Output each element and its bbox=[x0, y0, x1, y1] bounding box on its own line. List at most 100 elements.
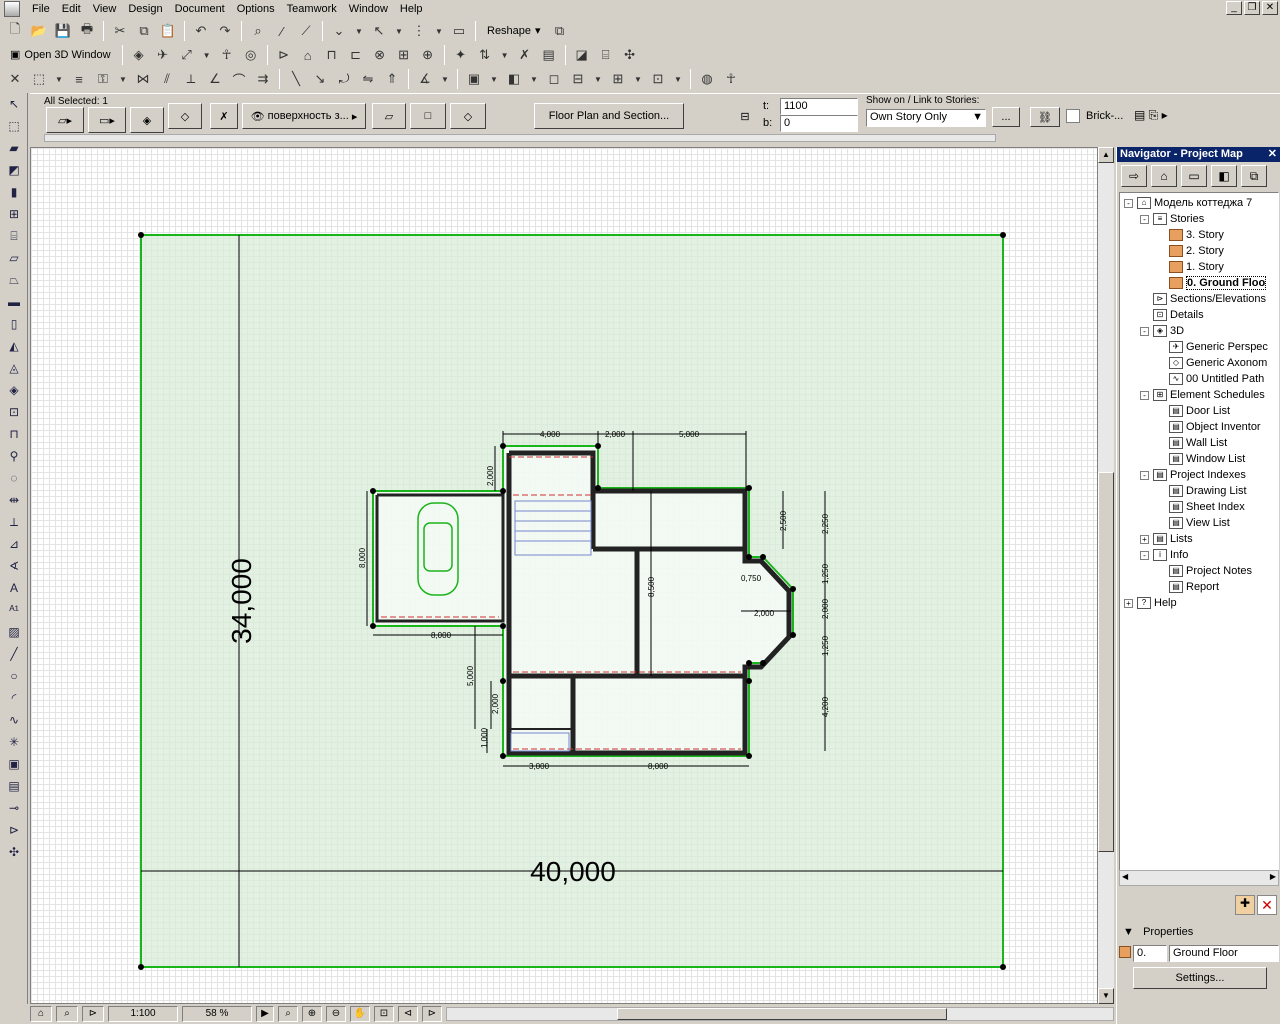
marquee-icon[interactable]: ⬚ bbox=[28, 68, 50, 90]
restore-icon[interactable]: ❐ bbox=[1244, 1, 1260, 15]
delete-item-icon[interactable]: ✕ bbox=[1257, 895, 1277, 915]
collapse-icon[interactable]: - bbox=[1140, 470, 1149, 480]
collapse-icon[interactable]: - bbox=[1124, 198, 1133, 208]
eyedropper-icon[interactable]: ⁄ bbox=[271, 20, 293, 42]
find-select-icon[interactable]: ⌕ bbox=[247, 20, 269, 42]
geometry-method-icon[interactable]: ▭▸ bbox=[88, 107, 126, 133]
hscroll-thumb[interactable] bbox=[617, 1008, 947, 1020]
close-icon[interactable]: ✕ bbox=[1262, 1, 1278, 15]
floor-plan-section-button[interactable]: Floor Plan and Section... bbox=[534, 103, 684, 129]
axis-icon[interactable]: ⤢ bbox=[176, 44, 198, 66]
paste-icon[interactable]: 📋 bbox=[157, 20, 179, 42]
dropdown-arrow-icon[interactable]: ▼ bbox=[631, 68, 645, 90]
curtain-wall-icon[interactable]: ⊡ bbox=[2, 401, 26, 423]
adjust-icon[interactable]: ⟂ bbox=[180, 68, 202, 90]
show-on-dropdown[interactable]: Own Story Only ▼ bbox=[866, 109, 986, 127]
mirror-icon[interactable]: ⇋ bbox=[357, 68, 379, 90]
window-icon[interactable]: ⊡ bbox=[647, 68, 669, 90]
redo-icon[interactable]: ↷ bbox=[214, 20, 236, 42]
ruler-icon[interactable]: ▭ bbox=[448, 20, 470, 42]
window-tool-icon[interactable]: ▮ bbox=[2, 181, 26, 203]
railing-tool-icon[interactable]: ⊓ bbox=[2, 423, 26, 445]
tree-item[interactable]: ▤ Project Notes bbox=[1156, 563, 1252, 579]
circle-tool-icon[interactable]: ○ bbox=[2, 665, 26, 687]
dropdown-arrow-icon[interactable]: ▼ bbox=[200, 44, 214, 66]
camera-icon[interactable]: ⌸ bbox=[595, 44, 617, 66]
previous-zoom-icon[interactable]: ⊲ bbox=[398, 1006, 418, 1022]
syringe-icon[interactable]: ⟋ bbox=[295, 20, 317, 42]
layer-icon[interactable]: ◈ bbox=[130, 107, 164, 133]
figure-icon[interactable]: ☥ bbox=[720, 68, 742, 90]
scroll-down-icon[interactable]: ▼ bbox=[1098, 988, 1114, 1004]
dropdown-arrow-icon[interactable]: ▼ bbox=[352, 20, 366, 42]
cross-tool-icon[interactable]: ✗ bbox=[514, 44, 536, 66]
house-view-icon[interactable]: ⌂ bbox=[297, 44, 319, 66]
tree-item[interactable]: ▤ Door List bbox=[1156, 403, 1230, 419]
cut-icon[interactable]: ✂ bbox=[109, 20, 131, 42]
tree-item[interactable]: ▤ Object Inventor bbox=[1156, 419, 1261, 435]
new-file-icon[interactable]: 🗋 bbox=[4, 20, 26, 42]
polygon-method-icon[interactable]: ▱ bbox=[372, 103, 406, 129]
tree-item[interactable]: ▤ Sheet Index bbox=[1156, 499, 1245, 515]
tree-item[interactable]: 3. Story bbox=[1156, 227, 1224, 243]
print-icon[interactable]: 🖶 bbox=[76, 20, 98, 42]
magnify-view-icon[interactable]: ⌕ bbox=[56, 1006, 78, 1022]
column-tool-icon[interactable]: ▯ bbox=[2, 313, 26, 335]
scroll-up-icon[interactable]: ▲ bbox=[1098, 147, 1114, 163]
line-tool-icon[interactable]: ╲ bbox=[285, 68, 307, 90]
reshape-dropdown[interactable]: Reshape ▾ bbox=[481, 20, 547, 42]
navigator-close-icon[interactable]: ✕ bbox=[1268, 147, 1277, 162]
suspend-icon[interactable]: ◻ bbox=[543, 68, 565, 90]
story-link-more-button[interactable]: ... bbox=[992, 107, 1020, 127]
delete-icon[interactable]: ✕ bbox=[4, 68, 26, 90]
canvas-vertical-scrollbar[interactable]: ▲ ▼ bbox=[1098, 147, 1114, 1004]
undo-icon[interactable]: ↶ bbox=[190, 20, 212, 42]
tree-item[interactable]: ▤ Report bbox=[1156, 579, 1219, 595]
lock-icon[interactable]: ⚿ bbox=[92, 68, 114, 90]
arrange-icon[interactable]: ⊟ bbox=[567, 68, 589, 90]
rectangle-method-icon[interactable]: □ bbox=[410, 103, 446, 129]
menu-view[interactable]: View bbox=[87, 0, 123, 18]
infobox-scrollbar[interactable] bbox=[44, 134, 996, 142]
zoom-field[interactable]: 58 % bbox=[182, 1006, 252, 1022]
rotated-rect-icon[interactable]: ◇ bbox=[450, 103, 486, 129]
report-icon[interactable]: ▤ bbox=[538, 44, 560, 66]
angle-dim-icon[interactable]: ∢ bbox=[2, 555, 26, 577]
section-view-icon[interactable]: ⊳ bbox=[273, 44, 295, 66]
camera-tool-icon[interactable]: ✣ bbox=[2, 841, 26, 863]
table-icon[interactable]: ⊞ bbox=[607, 68, 629, 90]
layers-icon[interactable]: ≡ bbox=[68, 68, 90, 90]
copy-icon[interactable]: ⧉ bbox=[133, 20, 155, 42]
zoom-box-icon[interactable]: ⌕ bbox=[278, 1006, 298, 1022]
tree-item[interactable]: - ◈ 3D bbox=[1140, 323, 1184, 339]
canvas-horizontal-scrollbar[interactable] bbox=[446, 1007, 1114, 1021]
roof-tool-icon[interactable]: ⏢ bbox=[2, 269, 26, 291]
open-folder-icon[interactable]: 📂 bbox=[28, 20, 50, 42]
gravity-icon[interactable]: ⌄ bbox=[328, 20, 350, 42]
morph-tool-icon[interactable]: ◌ bbox=[2, 467, 26, 489]
scale-field[interactable]: 1:100 bbox=[108, 1006, 178, 1022]
wall-tool-icon[interactable]: ▰ bbox=[2, 137, 26, 159]
material-checkbox[interactable] bbox=[1066, 109, 1080, 123]
tool-b-icon[interactable]: ⇅ bbox=[474, 44, 496, 66]
intersect-icon[interactable]: ∠ bbox=[204, 68, 226, 90]
tree-item[interactable]: ⊳ Sections/Elevations bbox=[1140, 291, 1266, 307]
story-number-field[interactable]: 0. bbox=[1133, 945, 1167, 962]
minimize-icon[interactable]: _ bbox=[1226, 1, 1242, 15]
trim-icon[interactable]: ⋈ bbox=[132, 68, 154, 90]
menu-options[interactable]: Options bbox=[231, 0, 281, 18]
line-tool-icon[interactable]: ╱ bbox=[2, 643, 26, 665]
tree-item[interactable]: ▤ Wall List bbox=[1156, 435, 1227, 451]
section-tool-icon[interactable]: ⊸ bbox=[2, 797, 26, 819]
tree-item[interactable]: ∿ 00 Untitled Path bbox=[1156, 371, 1264, 387]
menu-document[interactable]: Document bbox=[169, 0, 231, 18]
mesh-tool-icon[interactable]: ◭ bbox=[2, 335, 26, 357]
dropdown-arrow-icon[interactable]: ▼ bbox=[432, 20, 446, 42]
label-tool-icon[interactable]: ᴬ¹ bbox=[2, 599, 26, 621]
fit-window-icon[interactable]: ⊡ bbox=[374, 1006, 394, 1022]
tree-item[interactable]: ✈ Generic Perspec bbox=[1156, 339, 1268, 355]
ungroup-icon[interactable]: ◧ bbox=[503, 68, 525, 90]
globe-icon[interactable]: ◍ bbox=[696, 68, 718, 90]
scroll-thumb[interactable] bbox=[1098, 472, 1114, 852]
beam-tool-icon[interactable]: ▬ bbox=[2, 291, 26, 313]
